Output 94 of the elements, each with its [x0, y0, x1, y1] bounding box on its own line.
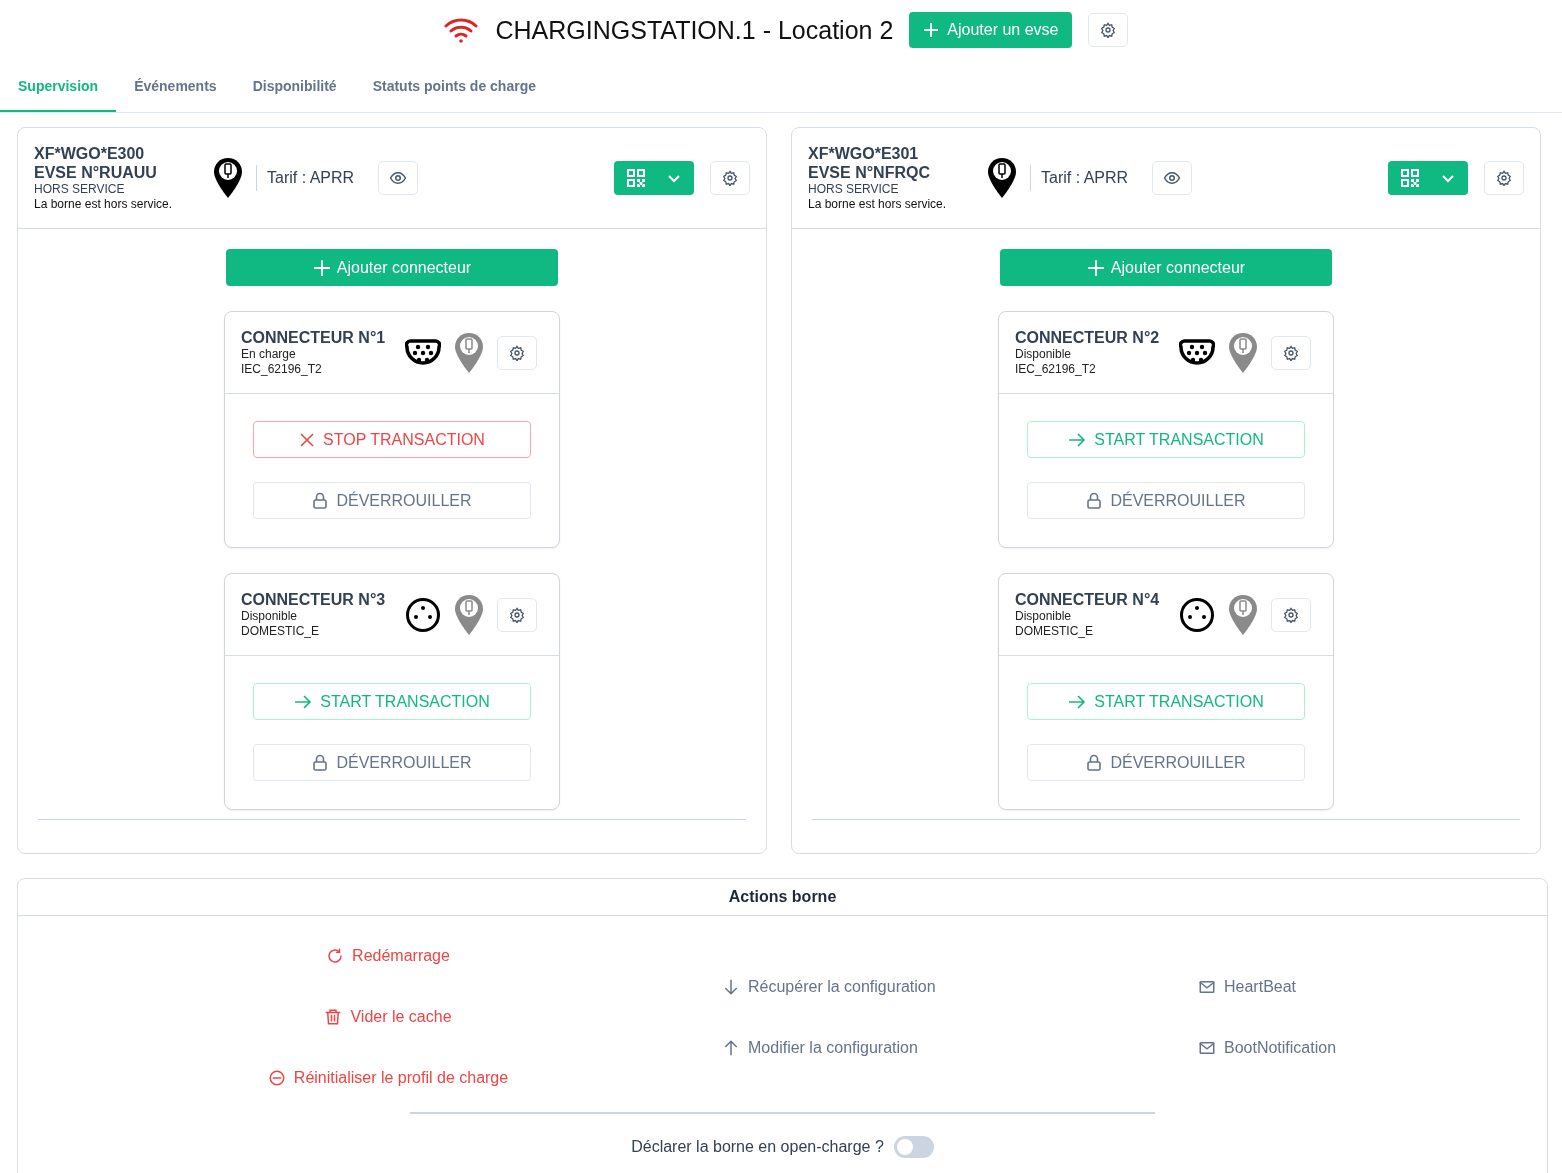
settings-icon: [1100, 22, 1117, 38]
stop-transaction-button[interactable]: STOP TRANSACTION: [253, 421, 531, 458]
action-link[interactable]: Récupérer la configuration: [722, 973, 936, 1000]
trash-icon: [324, 1007, 343, 1026]
action-link[interactable]: Réinitialiser le profil de charge: [267, 1064, 509, 1091]
plug-socket-icon: [1179, 596, 1215, 633]
evse-status: HORS SERVICE: [34, 182, 126, 197]
plus-icon: [923, 22, 940, 38]
station-title: CHARGINGSTATION.1 - Location 2: [495, 15, 894, 45]
minus-icon: [267, 1068, 286, 1087]
action-link[interactable]: Vider le cache: [324, 1003, 452, 1030]
connector-type: IEC_62196_T2: [1015, 362, 1097, 377]
connector-status: Disponible: [1015, 609, 1073, 624]
settings-icon: [1283, 606, 1299, 623]
restart-icon: [326, 946, 345, 965]
evse-id: XF*WGO*E300: [34, 144, 146, 163]
connector-title: CONNECTEUR N°2: [1015, 328, 1161, 347]
settings-icon: [1496, 170, 1512, 186]
map-pin-icon: [988, 158, 1016, 198]
connector-type: DOMESTIC_E: [1015, 624, 1094, 639]
lock-icon: [312, 754, 329, 771]
settings-button[interactable]: [497, 597, 537, 632]
arrow-right-icon: [294, 693, 313, 710]
qr-code-dropdown-button[interactable]: [1388, 161, 1468, 195]
settings-icon: [1283, 344, 1299, 361]
settings-button[interactable]: [1271, 335, 1311, 370]
qr-code-dropdown-button[interactable]: [614, 161, 694, 195]
tab[interactable]: Supervision: [0, 61, 117, 112]
qr-code-icon: [1400, 169, 1419, 187]
start-transaction-button[interactable]: START TRANSACTION: [1027, 683, 1305, 720]
map-pin-icon: [1229, 332, 1257, 373]
arrow-right-icon: [1068, 693, 1087, 710]
tab[interactable]: Disponibilité: [234, 61, 355, 112]
map-pin-icon: [455, 594, 483, 635]
tab[interactable]: Statuts points de charge: [354, 61, 554, 112]
plug-socket-icon: [405, 596, 441, 633]
evse-status: HORS SERVICE: [808, 182, 900, 197]
lock-icon: [312, 492, 329, 509]
settings-button[interactable]: [497, 335, 537, 370]
evse-id: XF*WGO*E301: [808, 144, 920, 163]
lock-icon: [1086, 492, 1103, 509]
connector-status: Disponible: [1015, 347, 1073, 362]
settings-button[interactable]: [710, 161, 750, 195]
connector-title: CONNECTEUR N°3: [241, 590, 387, 609]
add-evse-button[interactable]: Ajouter un evse: [909, 12, 1073, 48]
down-icon: [722, 977, 740, 996]
view-button[interactable]: [378, 161, 419, 195]
arrow-right-icon: [1068, 431, 1087, 448]
open-charge-label: Déclarer la borne en open-charge ?: [631, 1138, 884, 1156]
evse-name: EVSE N°RUAUU: [34, 163, 158, 182]
eye-icon: [1163, 169, 1182, 187]
tariff-label: Tarif : APRR: [1030, 165, 1129, 191]
connector-type: IEC_62196_T2: [241, 362, 323, 377]
settings-icon: [722, 170, 738, 186]
add-connector-button[interactable]: Ajouter connecteur: [1000, 249, 1332, 286]
start-transaction-button[interactable]: START TRANSACTION: [1027, 421, 1305, 458]
plus-icon: [312, 258, 331, 277]
evse-description: La borne est hors service.: [34, 197, 174, 212]
unlock-button[interactable]: DÉVERROUILLER: [253, 482, 531, 519]
evse-description: La borne est hors service.: [808, 197, 948, 212]
plus-icon: [1086, 258, 1105, 277]
map-pin-icon: [214, 158, 242, 198]
connector-status: En charge: [241, 347, 297, 362]
settings-button[interactable]: [1484, 161, 1524, 195]
view-button[interactable]: [1152, 161, 1193, 195]
close-icon: [299, 431, 316, 448]
connector-title: CONNECTEUR N°1: [241, 328, 387, 347]
settings-icon: [509, 344, 525, 361]
panel-title: Actions borne: [728, 888, 837, 906]
connector-status: Disponible: [241, 609, 299, 624]
unlock-button[interactable]: DÉVERROUILLER: [1027, 482, 1305, 519]
action-link[interactable]: Redémarrage: [326, 942, 450, 969]
map-pin-icon: [1229, 594, 1257, 635]
connector-title: CONNECTEUR N°4: [1015, 590, 1161, 609]
unlock-button[interactable]: DÉVERROUILLER: [1027, 744, 1305, 781]
action-link[interactable]: HeartBeat: [1198, 973, 1297, 1000]
up-icon: [722, 1038, 740, 1057]
eye-icon: [389, 169, 408, 187]
action-link[interactable]: BootNotification: [1198, 1034, 1337, 1061]
toggle-switch[interactable]: [893, 1136, 934, 1158]
unlock-button[interactable]: DÉVERROUILLER: [253, 744, 531, 781]
add-connector-button[interactable]: Ajouter connecteur: [226, 249, 558, 286]
map-pin-icon: [455, 332, 483, 373]
settings-button[interactable]: [1088, 13, 1129, 47]
connector-type: DOMESTIC_E: [241, 624, 320, 639]
settings-button[interactable]: [1271, 597, 1311, 632]
settings-icon: [509, 606, 525, 623]
tab[interactable]: Événements: [116, 61, 235, 112]
start-transaction-button[interactable]: START TRANSACTION: [253, 683, 531, 720]
evse-name: EVSE N°NFRQC: [808, 163, 931, 182]
lock-icon: [1086, 754, 1103, 771]
tariff-label: Tarif : APRR: [256, 165, 355, 191]
qr-code-icon: [626, 169, 645, 187]
action-link[interactable]: Modifier la configuration: [722, 1034, 918, 1061]
